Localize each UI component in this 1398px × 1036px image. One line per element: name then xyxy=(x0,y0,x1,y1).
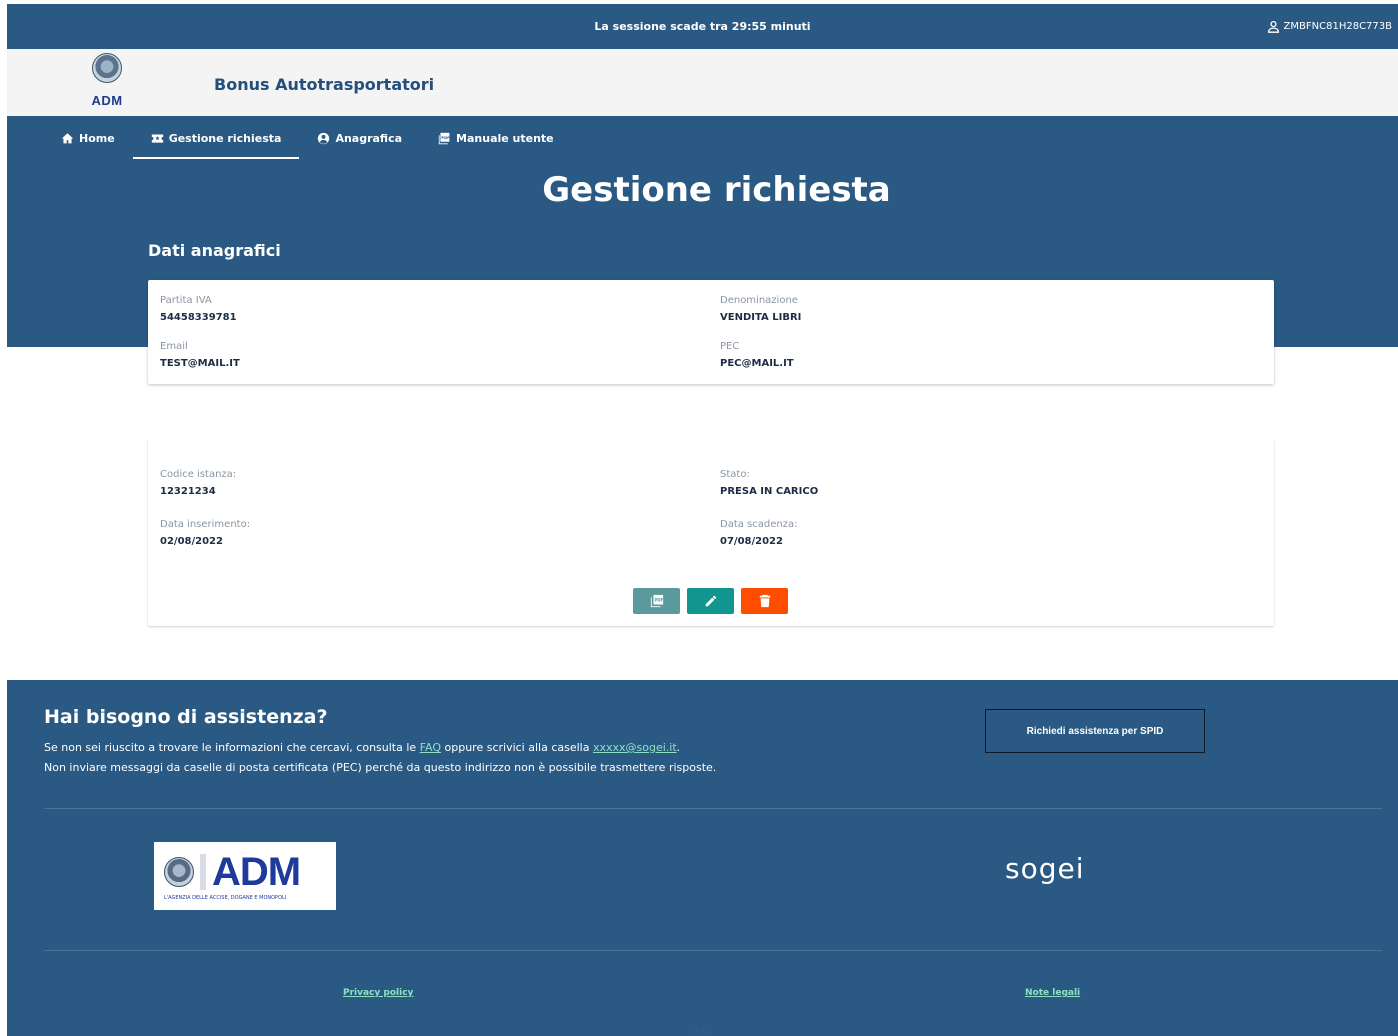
adm-logo[interactable]: ADM xyxy=(87,53,127,113)
edit-button[interactable] xyxy=(687,588,734,614)
field-label: Email xyxy=(160,341,188,352)
field-label: Partita IVA xyxy=(160,295,212,306)
help-text-part: oppure scrivici alla casella xyxy=(441,741,593,754)
adm-logo-row: ADM xyxy=(164,852,326,892)
help-text-part: . xyxy=(676,741,681,754)
data-scadenza-field: Data scadenza: 07/08/2022 xyxy=(720,519,797,547)
field-value: 12321234 xyxy=(160,486,216,497)
adm-footer-logo[interactable]: ADM L'AGENZIA DELLE ACCISE, DOGANE E MON… xyxy=(154,842,336,910)
field-value: 02/08/2022 xyxy=(160,536,223,547)
denominazione-field: Denominazione VENDITA LIBRI xyxy=(720,295,801,323)
divider xyxy=(44,950,1382,951)
field-label: Data inserimento: xyxy=(160,519,251,530)
help-text-part: Se non sei riuscito a trovare le informa… xyxy=(44,741,420,754)
istanza-actions: PDF xyxy=(633,588,788,614)
main-nav: Home Gestione richiesta Anagrafica PDF M… xyxy=(43,128,572,159)
nav-anagrafica[interactable]: Anagrafica xyxy=(299,128,420,159)
user-circle-icon xyxy=(318,132,330,145)
anagrafica-card: Partita IVA 54458339781 Denominazione VE… xyxy=(148,280,1274,384)
sogei-logo[interactable]: sogei xyxy=(1005,852,1085,885)
field-value: VENDITA LIBRI xyxy=(720,312,802,323)
privacy-policy-link[interactable]: Privacy policy xyxy=(343,988,413,998)
page-title: Gestione richiesta xyxy=(542,170,891,210)
pdf-icon: PDF xyxy=(650,594,663,608)
field-label: Data scadenza: xyxy=(720,519,798,530)
spid-assistance-button[interactable]: Richiedi assistenza per SPID xyxy=(985,709,1205,753)
section-title: Dati anagrafici xyxy=(148,241,281,260)
field-label: PEC xyxy=(720,341,740,352)
app-frame: La sessione scade tra 29:55 minuti ZMBFN… xyxy=(7,0,1398,1036)
divider xyxy=(44,808,1382,809)
pencil-icon xyxy=(705,595,716,607)
help-title: Hai bisogno di assistenza? xyxy=(44,706,328,728)
note-legali-link[interactable]: Note legali xyxy=(1025,988,1080,998)
help-line-1: Se non sei riuscito a trovare le informa… xyxy=(44,738,804,758)
nav-manuale-label: Manuale utente xyxy=(456,132,554,145)
field-label: Denominazione xyxy=(720,295,798,306)
partita-iva-field: Partita IVA 54458339781 xyxy=(160,295,237,323)
user-code: ZMBFNC81H28C773B xyxy=(1283,21,1392,32)
field-label: Stato: xyxy=(720,469,750,480)
nav-anagrafica-label: Anagrafica xyxy=(335,132,403,145)
data-inserimento-field: Data inserimento: 02/08/2022 xyxy=(160,519,250,547)
ticket-icon xyxy=(151,134,163,143)
download-pdf-button[interactable]: PDF xyxy=(633,588,680,614)
nav-home-label: Home xyxy=(79,132,115,145)
help-text: Se non sei riuscito a trovare le informa… xyxy=(44,738,804,778)
help-line-2: Non inviare messaggi da caselle di posta… xyxy=(44,761,717,774)
trash-icon xyxy=(759,594,770,608)
delete-button[interactable] xyxy=(741,588,788,614)
field-value: 07/08/2022 xyxy=(720,536,783,547)
brand-bar: ADM Bonus Autotrasportatori xyxy=(7,49,1398,116)
session-bar: La sessione scade tra 29:55 minuti ZMBFN… xyxy=(7,4,1398,49)
pec-field: PEC PEC@MAIL.IT xyxy=(720,341,794,369)
emblem-icon xyxy=(164,856,194,887)
app-title: Bonus Autotrasportatori xyxy=(214,75,435,94)
stato-field: Stato: PRESA IN CARICO xyxy=(720,469,818,497)
user-icon xyxy=(1267,20,1279,33)
email-field: Email TEST@MAIL.IT xyxy=(160,341,240,369)
svg-text:PDF: PDF xyxy=(654,597,663,602)
nav-manuale-utente[interactable]: PDF Manuale utente xyxy=(420,128,572,159)
logo-label: ADM xyxy=(91,93,123,108)
adm-logo-text: ADM xyxy=(212,849,301,894)
pdf-icon: PDF xyxy=(438,132,450,145)
nav-gestione-richiesta[interactable]: Gestione richiesta xyxy=(132,128,300,159)
emblem-icon xyxy=(92,53,122,83)
status-value: PRESA IN CARICO xyxy=(720,486,819,497)
istanza-card: Codice istanza: 12321234 Stato: PRESA IN… xyxy=(148,438,1274,626)
field-label: Codice istanza: xyxy=(160,469,237,480)
logo-bar xyxy=(200,853,206,890)
codice-istanza-field: Codice istanza: 12321234 xyxy=(160,469,236,497)
user-menu[interactable]: ZMBFNC81H28C773B xyxy=(1267,20,1392,33)
adm-logo-subtitle: L'AGENZIA DELLE ACCISE, DOGANE E MONOPOL… xyxy=(164,894,287,901)
home-icon xyxy=(61,133,74,144)
footer: Hai bisogno di assistenza? Se non sei ri… xyxy=(7,680,1398,1036)
field-value: TEST@MAIL.IT xyxy=(160,358,240,369)
nav-home[interactable]: Home xyxy=(43,128,133,159)
field-value: 54458339781 xyxy=(160,312,237,323)
email-link[interactable]: xxxxx@sogei.it xyxy=(593,741,677,754)
faq-link[interactable]: FAQ xyxy=(420,741,441,754)
session-timer: La sessione scade tra 29:55 minuti xyxy=(594,20,811,33)
nav-gestione-label: Gestione richiesta xyxy=(168,132,282,145)
svg-text:PDF: PDF xyxy=(441,136,450,140)
field-value: PEC@MAIL.IT xyxy=(720,358,794,369)
app-version: 0.7.0 xyxy=(692,1028,713,1036)
